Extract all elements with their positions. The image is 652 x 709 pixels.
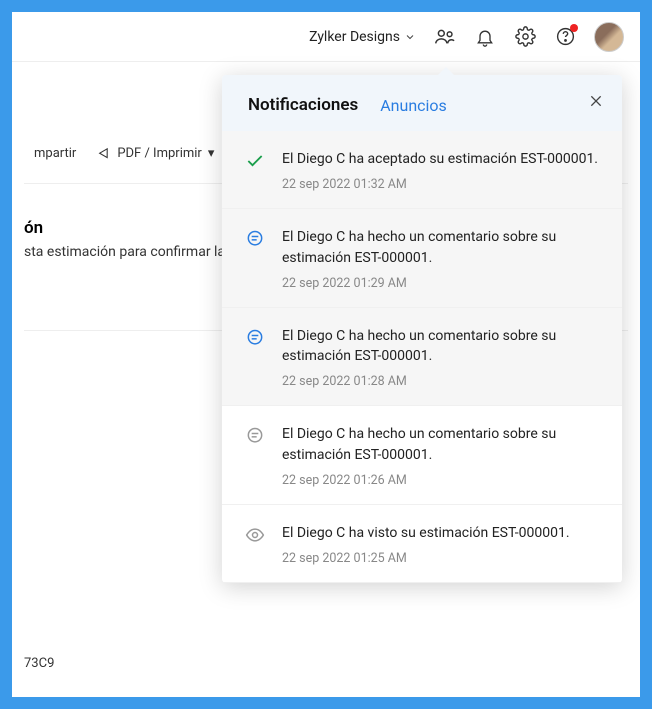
comment-icon — [244, 227, 266, 249]
notification-body: El Diego C ha hecho un comentario sobre … — [282, 227, 602, 291]
footer-code: 73C9 — [24, 656, 54, 671]
avatar[interactable] — [594, 22, 624, 52]
users-icon[interactable] — [434, 26, 456, 48]
notification-item[interactable]: El Diego C ha hecho un comentario sobre … — [222, 209, 622, 308]
panel-caret-icon — [438, 67, 454, 75]
notifications-panel: Notificaciones Anuncios El Diego C ha ac… — [222, 75, 622, 583]
gear-icon[interactable] — [514, 26, 536, 48]
eye-icon — [244, 523, 266, 545]
check-icon — [244, 149, 266, 171]
notification-text: El Diego C ha hecho un comentario sobre … — [282, 424, 602, 465]
notification-item[interactable]: El Diego C ha visto su estimación EST-00… — [222, 505, 622, 583]
notifications-list: El Diego C ha aceptado su estimación EST… — [222, 131, 622, 583]
notification-time: 22 sep 2022 01:29 AM — [282, 276, 602, 291]
share-label: mpartir — [34, 146, 76, 161]
bell-icon[interactable] — [474, 26, 496, 48]
notification-time: 22 sep 2022 01:32 AM — [282, 177, 602, 192]
notification-text: El Diego C ha hecho un comentario sobre … — [282, 227, 602, 268]
notification-body: El Diego C ha hecho un comentario sobre … — [282, 326, 602, 390]
dropdown-caret-icon: ▾ — [208, 146, 215, 161]
notification-body: El Diego C ha visto su estimación EST-00… — [282, 523, 602, 566]
comment-read-icon — [244, 424, 266, 446]
notification-time: 22 sep 2022 01:26 AM — [282, 473, 602, 488]
notification-time: 22 sep 2022 01:25 AM — [282, 551, 602, 566]
notification-text: El Diego C ha visto su estimación EST-00… — [282, 523, 602, 543]
help-icon[interactable] — [554, 26, 576, 48]
notification-text: El Diego C ha aceptado su estimación EST… — [282, 149, 602, 169]
org-name: Zylker Designs — [309, 29, 400, 45]
share-button[interactable]: mpartir — [24, 142, 86, 165]
pdf-icon — [98, 147, 111, 160]
notification-item[interactable]: El Diego C ha aceptado su estimación EST… — [222, 131, 622, 209]
org-switcher[interactable]: Zylker Designs — [309, 29, 416, 45]
pdf-print-button[interactable]: PDF / Imprimir ▾ — [88, 142, 224, 165]
notification-item[interactable]: El Diego C ha hecho un comentario sobre … — [222, 308, 622, 407]
notification-body: El Diego C ha hecho un comentario sobre … — [282, 424, 602, 488]
pdf-label: PDF / Imprimir — [117, 146, 202, 161]
chevron-down-icon — [404, 31, 416, 43]
close-icon[interactable] — [588, 93, 604, 113]
notification-text: El Diego C ha hecho un comentario sobre … — [282, 326, 602, 367]
notification-time: 22 sep 2022 01:28 AM — [282, 374, 602, 389]
tab-announcements[interactable]: Anuncios — [380, 96, 447, 115]
comment-icon — [244, 326, 266, 348]
notifications-header: Notificaciones Anuncios — [222, 75, 622, 131]
topbar: Zylker Designs — [12, 12, 640, 62]
notification-item[interactable]: El Diego C ha hecho un comentario sobre … — [222, 406, 622, 505]
tab-notifications[interactable]: Notificaciones — [248, 95, 358, 115]
notification-badge — [570, 24, 578, 32]
notification-body: El Diego C ha aceptado su estimación EST… — [282, 149, 602, 192]
